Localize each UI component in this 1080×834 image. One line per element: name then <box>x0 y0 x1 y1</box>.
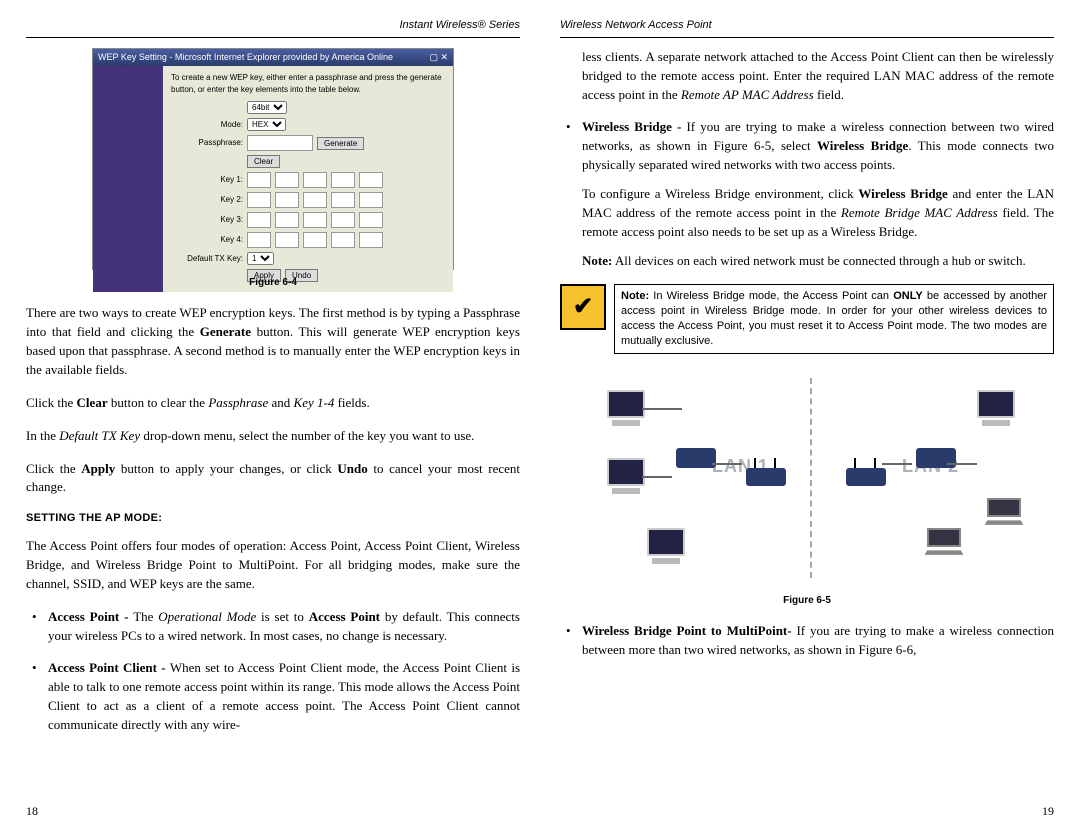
wep-sidebar <box>93 66 163 292</box>
laptop-icon <box>982 498 1026 526</box>
wep-mode-select[interactable]: HEX <box>247 118 286 131</box>
right-body: less clients. A separate network attache… <box>560 48 1054 674</box>
page-number-right: 19 <box>1042 803 1054 820</box>
right-page: Wireless Network Access Point less clien… <box>560 18 1054 816</box>
ap-client-continued: less clients. A separate network attache… <box>560 48 1054 105</box>
bullet-ap-client: Access Point Client - When set to Access… <box>48 659 520 734</box>
wep-bit-select[interactable]: 64bit <box>247 101 287 114</box>
default-tx-select[interactable]: 1 <box>247 252 274 265</box>
access-point-icon <box>742 468 790 508</box>
left-body: There are two ways to create WEP encrypt… <box>26 304 520 748</box>
access-point-icon <box>842 468 890 508</box>
wep-para-3: In the Default TX Key drop-down menu, se… <box>26 427 520 446</box>
bullet-access-point: Access Point - The Operational Mode is s… <box>48 608 520 646</box>
wep-para-4: Click the Apply button to apply your cha… <box>26 460 520 498</box>
hub-icon <box>912 448 960 488</box>
passphrase-input[interactable] <box>247 135 313 151</box>
bullet-bridge-multipoint: Wireless Bridge Point to MultiPoint- If … <box>582 622 1054 660</box>
figure-6-4-caption: Figure 6-4 <box>26 276 520 291</box>
wep-screenshot: WEP Key Setting - Microsoft Internet Exp… <box>92 48 454 270</box>
generate-button[interactable]: Generate <box>317 137 364 150</box>
laptop-icon <box>922 528 966 556</box>
figure-6-5-caption: Figure 6-5 <box>560 594 1054 609</box>
section-ap-mode: SETTING THE AP MODE: <box>26 511 520 527</box>
ap-mode-intro: The Access Point offers four modes of op… <box>26 537 520 594</box>
clear-button[interactable]: Clear <box>247 155 280 168</box>
pc-icon <box>972 390 1020 430</box>
pc-icon <box>642 528 690 568</box>
pc-icon <box>602 458 650 498</box>
header-left: Instant Wireless® Series <box>26 18 520 38</box>
wep-instruction: To create a new WEP key, either enter a … <box>171 72 445 95</box>
wep-para-1: There are two ways to create WEP encrypt… <box>26 304 520 379</box>
warning-text: Note: In Wireless Bridge mode, the Acces… <box>614 284 1054 353</box>
bullet-wireless-bridge: Wireless Bridge - If you are trying to m… <box>582 118 1054 270</box>
wep-window-titlebar: WEP Key Setting - Microsoft Internet Exp… <box>93 49 453 66</box>
page-number-left: 18 <box>26 803 38 820</box>
pc-icon <box>602 390 650 430</box>
series-title: Instant Wireless® Series <box>400 19 521 31</box>
passphrase-label: Passphrase: <box>171 137 243 149</box>
lan-divider <box>810 378 812 578</box>
doc-title: Wireless Network Access Point <box>560 19 712 31</box>
mode-label: Mode: <box>171 119 243 131</box>
warning-box: Note: In Wireless Bridge mode, the Acces… <box>560 284 1054 353</box>
wep-main: To create a new WEP key, either enter a … <box>163 66 453 292</box>
wep-window-title: WEP Key Setting - Microsoft Internet Exp… <box>98 51 393 64</box>
warning-icon <box>560 284 606 330</box>
wep-para-2: Click the Clear button to clear the Pass… <box>26 394 520 413</box>
header-right: Wireless Network Access Point <box>560 18 1054 38</box>
network-diagram: LAN 1 LAN 2 <box>592 368 1022 588</box>
window-controls: ▢ ✕ <box>429 51 448 64</box>
left-page: Instant Wireless® Series WEP Key Setting… <box>26 18 520 816</box>
default-tx-label: Default TX Key: <box>171 253 243 265</box>
hub-icon <box>672 448 720 488</box>
